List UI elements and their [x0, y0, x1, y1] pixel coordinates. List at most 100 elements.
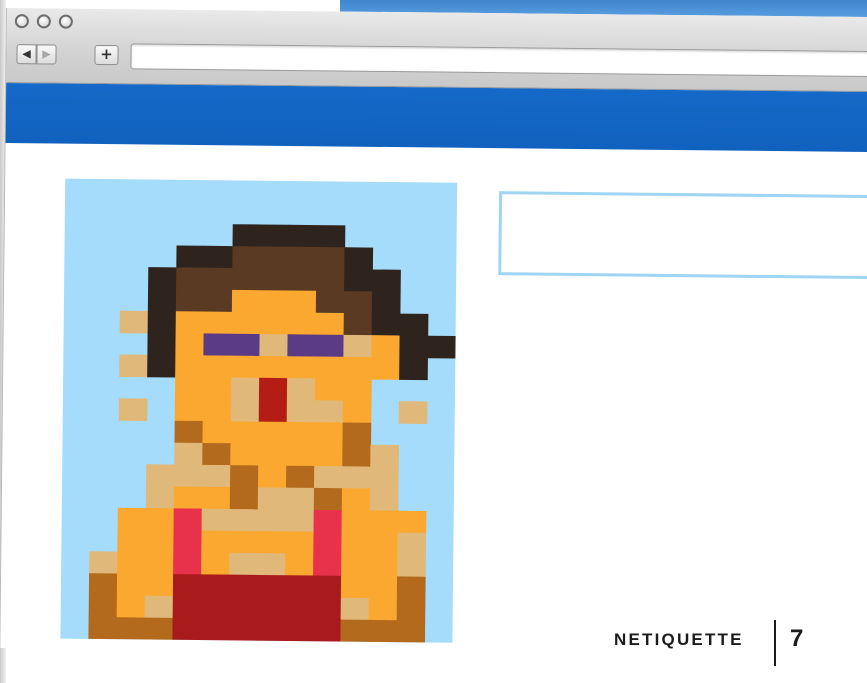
avatar-pixel — [316, 246, 346, 270]
page-number: 7 — [790, 625, 804, 652]
avatar-pixel — [228, 596, 258, 620]
avatar-pixel — [340, 597, 370, 621]
avatar-pixel — [117, 507, 147, 531]
avatar-pixel — [341, 466, 371, 490]
avatar-pixel — [144, 617, 174, 641]
avatar-pixel — [230, 443, 260, 467]
avatar-pixel — [396, 576, 426, 600]
avatar-pixel — [284, 597, 314, 620]
avatar-pixel — [399, 335, 429, 359]
avatar-pixel — [342, 378, 372, 402]
avatar-pixel — [312, 575, 342, 599]
avatar-pixel — [119, 310, 149, 334]
avatar-pixel — [343, 334, 373, 358]
avatar-pixel — [201, 552, 230, 576]
avatar-pixel — [117, 529, 147, 553]
new-tab-button[interactable]: + — [94, 44, 119, 66]
avatar-pixel — [342, 422, 372, 446]
avatar-pixel — [288, 268, 317, 292]
avatar-pixel — [204, 267, 233, 291]
avatar-pixel — [116, 595, 146, 619]
avatar-pixel — [88, 573, 118, 596]
back-button[interactable]: ◀ — [16, 44, 37, 65]
avatar-pixel — [203, 289, 233, 313]
avatar-pixel — [396, 598, 426, 622]
avatar-pixel — [340, 619, 370, 643]
empty-text-box — [498, 191, 867, 280]
avatar-pixel — [119, 354, 148, 378]
close-window-icon[interactable] — [14, 14, 29, 29]
avatar-pixel — [343, 356, 372, 380]
avatar-pixel — [368, 598, 398, 621]
avatar-pixel — [314, 422, 344, 446]
avatar-pixel — [174, 376, 204, 400]
avatar-pixel — [147, 354, 176, 378]
avatar-pixel — [259, 355, 288, 379]
avatar-pixel — [118, 398, 148, 422]
avatar-pixel — [313, 487, 343, 511]
avatar-pixel — [229, 552, 258, 576]
avatar-pixel — [229, 530, 259, 554]
avatar-pixel — [371, 335, 401, 358]
avatar-pixel — [341, 510, 371, 533]
minimize-window-icon[interactable] — [36, 14, 51, 29]
avatar-pixel — [175, 289, 205, 313]
avatar-pixel — [427, 335, 457, 359]
avatar-pixel — [288, 246, 318, 270]
browser-window: ◀ ▶ + — [0, 8, 867, 658]
avatar-pixel — [229, 508, 259, 532]
avatar-pixel — [230, 399, 260, 423]
avatar-pixel — [399, 313, 429, 337]
avatar-pixel — [344, 247, 374, 271]
avatar-pixel — [176, 245, 206, 269]
avatar-pixel — [259, 334, 289, 357]
avatar-pixel — [259, 312, 289, 335]
avatar-pixel — [232, 246, 262, 269]
avatar-pixel — [145, 486, 175, 509]
avatar-pixel — [148, 267, 177, 290]
avatar-pixel — [232, 268, 261, 291]
avatar-pixel — [173, 464, 203, 488]
avatar-pixel — [256, 574, 286, 598]
avatar-pixel — [173, 508, 203, 532]
avatar-pixel — [200, 574, 230, 598]
pixel-avatar-svg — [88, 224, 457, 643]
avatar-pixel — [147, 332, 177, 356]
avatar-pixel — [368, 619, 398, 643]
avatar-pixel — [284, 619, 314, 642]
avatar-pixel — [314, 378, 344, 402]
avatar-pixel — [173, 530, 203, 554]
avatar-pixel — [286, 421, 316, 445]
avatar-pixel — [287, 356, 316, 380]
avatar-pixel — [172, 617, 202, 641]
avatar-pixel — [313, 466, 343, 489]
forward-button[interactable]: ▶ — [36, 44, 57, 65]
avatar-pixel — [202, 377, 232, 401]
avatar-pixel — [315, 290, 345, 314]
avatar-pixel — [285, 487, 315, 511]
avatar-pixel — [172, 595, 202, 619]
avatar-pixel — [371, 313, 401, 337]
avatar-pixel — [144, 595, 174, 619]
avatar-pixel — [285, 553, 314, 577]
avatar-pixel — [231, 355, 260, 379]
avatar-pixel — [201, 530, 231, 554]
avatar-pixel — [396, 620, 426, 643]
avatar-pixel — [371, 291, 401, 315]
avatar-pixel — [175, 311, 205, 335]
avatar-pixel — [285, 531, 315, 555]
footer-divider — [774, 620, 776, 666]
avatar-pixel — [173, 552, 202, 575]
avatar-pixel — [175, 355, 204, 378]
avatar-pixel — [204, 245, 234, 269]
avatar-pixel — [316, 225, 346, 248]
avatar-pixel — [201, 508, 231, 532]
address-bar[interactable] — [130, 43, 867, 78]
avatar-pixel — [342, 444, 372, 468]
avatar-pixel — [285, 465, 315, 489]
avatar-pixel — [202, 442, 232, 466]
avatar-pixel — [176, 267, 205, 291]
avatar-pixel — [175, 333, 205, 356]
maximize-window-icon[interactable] — [58, 14, 73, 29]
avatar-pixel — [203, 311, 233, 335]
